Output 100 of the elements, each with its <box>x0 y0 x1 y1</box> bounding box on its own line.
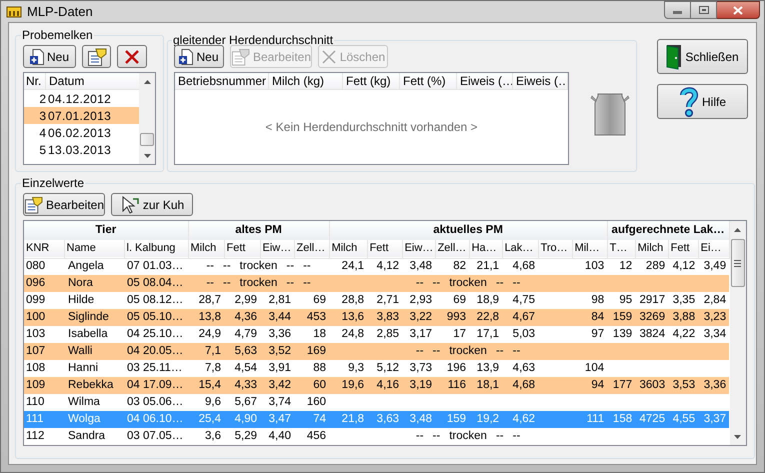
scrollbar[interactable] <box>730 221 746 445</box>
toolbar-button[interactable]: Neu <box>23 45 76 68</box>
column-header[interactable]: Ha… <box>469 240 502 258</box>
column-header[interactable]: Fett (kg) <box>343 73 400 89</box>
list-row[interactable]: 3 07.01.2013 <box>24 107 139 124</box>
scrollbar[interactable] <box>139 73 155 164</box>
toolbar-button[interactable]: Neu <box>174 45 224 68</box>
table-cell: 4,16 <box>367 377 402 394</box>
help-button[interactable]: Hilfe <box>657 84 748 119</box>
group-label: Einzelwerte <box>21 175 86 192</box>
table-row[interactable]: 110 Wilma 03 05.06… 9,6 5,67 3,74 160 <box>24 394 730 411</box>
table-cell: Angela <box>64 258 124 275</box>
table-cell: 4,68 <box>502 258 538 275</box>
status-text: -- <box>512 429 520 444</box>
table-cell: 456 <box>294 428 330 445</box>
status-text: -- <box>416 429 424 444</box>
column-header[interactable]: Datum <box>46 73 139 89</box>
close-button[interactable]: Schließen <box>657 39 748 74</box>
table-cell: 4,12 <box>367 258 402 275</box>
table-row[interactable]: 080 Angela 07 01.03… -- -- trocken -- -- 24,1 4,12 3,48 82 21,1 4,68 103 12 289 4,12 3,49 <box>24 258 730 275</box>
toolbar-button[interactable]: Bearbeiten <box>23 193 105 216</box>
status-text: trocken <box>449 429 487 444</box>
column-header[interactable]: Eiw… <box>402 240 436 258</box>
column-header[interactable]: Milch <box>635 240 668 258</box>
column-header[interactable]: Zell… <box>435 240 470 258</box>
status-text: -- <box>303 259 311 274</box>
column-header[interactable]: Zell… <box>294 240 330 258</box>
status-text: -- <box>286 259 294 274</box>
table-cell: 95 <box>607 292 636 309</box>
table-row[interactable]: 103 Isabella 04 25.10… 24,9 4,79 3,36 18 24,8 2,85 3,17 17 17,1 5,03 97 139 3824 4,22 3,34 <box>24 326 730 343</box>
table-cell: 19,2 <box>469 411 502 428</box>
table-cell: 159 <box>435 411 470 428</box>
door-icon <box>666 44 682 70</box>
toolbar-button[interactable] <box>117 45 147 68</box>
table-cell: 108 <box>24 360 64 377</box>
table-cell-text: 4 <box>38 124 47 142</box>
column-header[interactable]: Name <box>64 240 124 258</box>
column-header[interactable]: Fett <box>224 240 260 258</box>
column-header[interactable]: T… <box>607 240 636 258</box>
table-cell: Wolga <box>64 411 124 428</box>
status-text: -- <box>432 429 440 444</box>
status-text: -- <box>223 259 231 274</box>
table-cell: 3603 <box>635 377 668 394</box>
toolbar-button[interactable]: zur Kuh <box>111 193 193 216</box>
table-cell: 3,42 <box>260 377 294 394</box>
column-header[interactable]: Eiw… <box>260 240 294 258</box>
help-icon <box>678 86 699 116</box>
scroll-up-icon[interactable] <box>144 80 150 84</box>
table-row[interactable]: 099 Hilde 05 08.12… 28,7 2,99 2,81 69 28,8 2,71 2,93 69 18,9 4,75 98 95 2917 3,35 2,84 <box>24 292 730 309</box>
table-row[interactable]: 109 Rebekka 04 17.09… 15,4 4,33 3,42 60 19,6 4,16 3,19 116 18,1 4,68 94 177 3603 3,53 3,36 <box>24 377 730 394</box>
table-cell: 3,19 <box>402 377 436 394</box>
column-header[interactable]: Eiweis (… <box>513 73 568 89</box>
close-button[interactable] <box>717 1 760 19</box>
column-header[interactable]: Lak… <box>502 240 538 258</box>
column-header[interactable]: Eiweis (… <box>457 73 513 89</box>
column-header[interactable]: Betriebsnummer <box>175 73 269 89</box>
table-cell: 5,03 <box>502 326 538 343</box>
table-cell: 82 <box>435 258 470 275</box>
column-header[interactable]: Milch <box>188 240 224 258</box>
column-header[interactable]: KNR <box>24 240 64 258</box>
maximize-button[interactable] <box>691 1 717 19</box>
column-header[interactable]: Milch (kg) <box>269 73 343 89</box>
table-cell: Wilma <box>64 394 124 411</box>
table-cell: 4,79 <box>224 326 260 343</box>
table-cell: 84 <box>572 309 608 326</box>
new-document-icon <box>30 48 44 64</box>
table-cell: 111 <box>572 411 608 428</box>
column-header[interactable]: l. Kalbung <box>124 240 188 258</box>
table-cell: 05 08.04… <box>124 275 188 292</box>
column-header[interactable]: Milch <box>329 240 368 258</box>
column-header[interactable]: Nr. <box>24 73 46 89</box>
delete-icon <box>320 48 337 64</box>
table-cell: 100 <box>24 309 64 326</box>
column-header[interactable]: Fett <box>367 240 402 258</box>
table-cell: 2,71 <box>367 292 402 309</box>
table-cell: 7,1 <box>188 343 224 360</box>
table-row[interactable]: 108 Hanni 03 25.11… 7,8 4,54 3,91 88 9,3 5,12 3,73 196 13,9 4,63 104 <box>24 360 730 377</box>
table-cell: 17,1 <box>469 326 502 343</box>
status-text: -- <box>416 344 424 359</box>
table-cell: 4,75 <box>502 292 538 309</box>
column-header[interactable]: Tro… <box>538 240 572 258</box>
column-header[interactable]: Mil… <box>572 240 608 258</box>
scroll-down-icon[interactable] <box>144 154 150 158</box>
table-cell: 2,99 <box>224 292 260 309</box>
toolbar-button[interactable] <box>82 45 111 68</box>
scroll-thumb[interactable] <box>730 239 745 287</box>
status-text: -- <box>496 276 504 291</box>
window-title: MLP-Daten <box>27 2 93 21</box>
table-cell: 17 <box>435 326 470 343</box>
table-cell: 9,3 <box>329 360 368 377</box>
column-header[interactable]: Ei… <box>698 240 730 258</box>
status-text: -- <box>206 276 214 291</box>
scroll-down-icon[interactable] <box>734 435 742 439</box>
column-header[interactable]: Fett (%) <box>400 73 457 89</box>
scroll-up-icon[interactable] <box>734 228 742 232</box>
scroll-thumb[interactable] <box>140 133 154 146</box>
column-header[interactable]: Fett <box>668 240 698 258</box>
table-cell: 3,73 <box>402 360 436 377</box>
minimize-button[interactable] <box>664 1 691 19</box>
status-text: -- <box>223 276 231 291</box>
